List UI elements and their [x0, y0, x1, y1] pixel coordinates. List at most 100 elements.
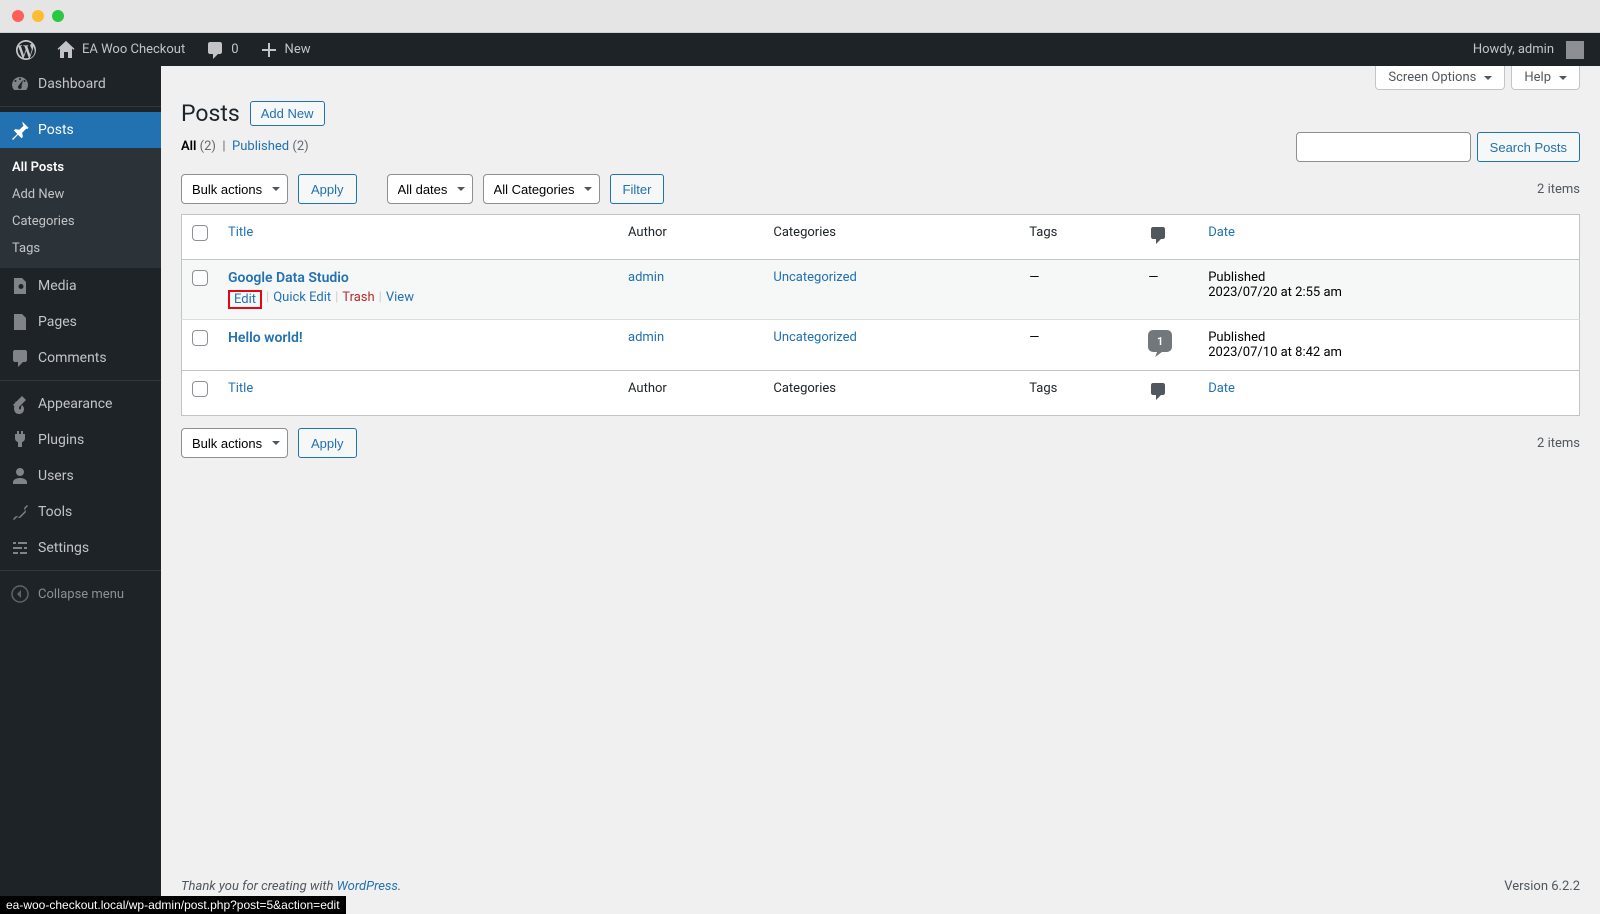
row-checkbox[interactable] [192, 330, 208, 346]
main-content: Screen Options Help Posts Add New All (2… [161, 66, 1600, 914]
category-filter-select[interactable]: All Categories [483, 174, 600, 204]
col-tags[interactable]: Tags [1019, 215, 1138, 260]
select-all-checkbox[interactable] [192, 225, 208, 241]
col-comments[interactable] [1138, 371, 1198, 416]
sliders-icon [10, 538, 30, 558]
new-content-menu[interactable]: New [251, 33, 319, 66]
site-name-menu[interactable]: EA Woo Checkout [48, 33, 193, 66]
comment-count-badge[interactable]: 1 [1148, 330, 1172, 352]
sidebar-item-label: Pages [38, 314, 77, 330]
sidebar-item-settings[interactable]: Settings [0, 530, 161, 566]
sidebar-item-label: Comments [38, 350, 107, 366]
sidebar-item-tools[interactable]: Tools [0, 494, 161, 530]
bulk-actions-select[interactable]: Bulk actions [181, 174, 288, 204]
apply-button[interactable]: Apply [298, 174, 357, 204]
tags-cell: — [1019, 260, 1138, 320]
sidebar-item-media[interactable]: Media [0, 268, 161, 304]
screen-options-tab[interactable]: Screen Options [1375, 66, 1505, 90]
sidebar-item-plugins[interactable]: Plugins [0, 422, 161, 458]
comments-cell: — [1138, 260, 1198, 320]
sidebar-item-label: Posts [38, 122, 74, 138]
items-count: 2 items [1537, 182, 1580, 197]
howdy-label: Howdy, admin [1473, 42, 1554, 57]
select-all-checkbox[interactable] [192, 381, 208, 397]
col-title[interactable]: Title [218, 215, 618, 260]
col-author[interactable]: Author [618, 371, 763, 416]
admin-sidebar: Dashboard Posts All Posts Add New Catego… [0, 66, 161, 914]
date-filter-select[interactable]: All dates [387, 174, 473, 204]
col-title[interactable]: Title [218, 371, 618, 416]
maximize-window-icon[interactable] [52, 10, 64, 22]
author-link[interactable]: admin [628, 330, 664, 345]
sidebar-item-appearance[interactable]: Appearance [0, 386, 161, 422]
sidebar-item-pages[interactable]: Pages [0, 304, 161, 340]
comment-icon [1148, 381, 1168, 401]
col-author[interactable]: Author [618, 215, 763, 260]
sidebar-item-dashboard[interactable]: Dashboard [0, 66, 161, 102]
col-categories[interactable]: Categories [763, 371, 1019, 416]
comments-menu[interactable]: 0 [197, 33, 246, 66]
collapse-menu[interactable]: Collapse menu [0, 576, 161, 612]
category-link[interactable]: Uncategorized [773, 270, 856, 285]
posts-table: Title Author Categories Tags Date Google… [181, 214, 1580, 416]
sidebar-item-label: Plugins [38, 432, 84, 448]
tablenav-top: Bulk actions Apply All dates All Categor… [181, 174, 1580, 204]
help-tab[interactable]: Help [1511, 66, 1580, 90]
col-comments[interactable] [1138, 215, 1198, 260]
wp-logo-menu[interactable] [8, 33, 44, 66]
comments-cell[interactable]: 1 [1138, 320, 1198, 371]
tags-cell: — [1019, 320, 1138, 371]
submenu-all-posts[interactable]: All Posts [0, 154, 161, 181]
sidebar-item-label: Tools [38, 504, 72, 520]
comment-icon [1148, 225, 1168, 245]
minimize-window-icon[interactable] [32, 10, 44, 22]
sidebar-item-label: Users [38, 468, 74, 484]
dashboard-icon [10, 74, 30, 94]
home-icon [56, 40, 76, 60]
row-checkbox[interactable] [192, 270, 208, 286]
sidebar-item-label: Collapse menu [38, 587, 124, 602]
add-new-button[interactable]: Add New [250, 101, 325, 126]
collapse-icon [10, 584, 30, 604]
row-action-quick-edit[interactable]: Quick Edit [273, 290, 331, 309]
page-title: Posts [181, 100, 240, 127]
comment-icon [205, 40, 225, 60]
row-action-view[interactable]: View [386, 290, 414, 309]
search-input[interactable] [1296, 132, 1471, 162]
filter-button[interactable]: Filter [610, 174, 665, 204]
search-posts-button[interactable]: Search Posts [1477, 132, 1580, 162]
bulk-actions-select[interactable]: Bulk actions [181, 428, 288, 458]
col-date[interactable]: Date [1198, 371, 1579, 416]
window-chrome [0, 0, 1600, 33]
my-account-menu[interactable]: Howdy, admin [1465, 33, 1592, 66]
post-title-link[interactable]: Google Data Studio [228, 270, 349, 286]
submenu-add-new[interactable]: Add New [0, 181, 161, 208]
row-action-edit[interactable]: Edit [228, 290, 262, 309]
avatar-icon [1566, 41, 1584, 59]
table-row: Google Data Studio Edit| Quick Edit| Tra… [182, 260, 1580, 320]
table-row: Hello world! admin Uncategorized — 1 Pub… [182, 320, 1580, 371]
brush-icon [10, 394, 30, 414]
sidebar-item-posts[interactable]: Posts [0, 112, 161, 148]
tablenav-bottom: Bulk actions Apply 2 items [181, 428, 1580, 458]
wordpress-link[interactable]: WordPress [337, 879, 398, 894]
submenu-categories[interactable]: Categories [0, 208, 161, 235]
category-link[interactable]: Uncategorized [773, 330, 856, 345]
post-title-link[interactable]: Hello world! [228, 330, 303, 346]
col-date[interactable]: Date [1198, 215, 1579, 260]
row-action-trash[interactable]: Trash [342, 290, 374, 309]
date-cell: Published 2023/07/20 at 2:55 am [1198, 260, 1579, 320]
sidebar-item-users[interactable]: Users [0, 458, 161, 494]
row-actions: Edit| Quick Edit| Trash| View [228, 290, 608, 309]
plug-icon [10, 430, 30, 450]
status-bar-url: ea-woo-checkout.local/wp-admin/post.php?… [0, 896, 346, 914]
pin-icon [10, 120, 30, 140]
submenu-tags[interactable]: Tags [0, 235, 161, 262]
sidebar-item-comments[interactable]: Comments [0, 340, 161, 376]
col-tags[interactable]: Tags [1019, 371, 1138, 416]
close-window-icon[interactable] [12, 10, 24, 22]
author-link[interactable]: admin [628, 270, 664, 285]
col-categories[interactable]: Categories [763, 215, 1019, 260]
chevron-down-icon [1484, 76, 1492, 84]
apply-button[interactable]: Apply [298, 428, 357, 458]
